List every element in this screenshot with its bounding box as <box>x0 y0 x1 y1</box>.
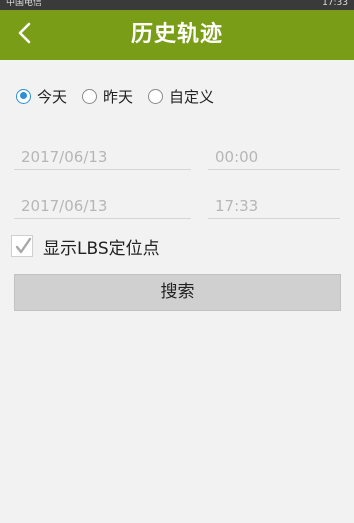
app-header: 历史轨迹 <box>0 10 354 60</box>
chevron-left-icon <box>16 22 34 48</box>
radio-label-today: 今天 <box>37 87 68 106</box>
radio-option-today[interactable]: 今天 <box>16 86 67 107</box>
radio-button-yesterday[interactable] <box>82 88 98 104</box>
date-range-radio-group: 今天 昨天 自定义 <box>16 83 229 109</box>
back-button[interactable] <box>8 16 42 54</box>
end-date-field[interactable]: 2017/06/13 <box>14 193 191 219</box>
start-time-field[interactable]: 00:00 <box>208 144 340 170</box>
lbs-checkbox-label: 显示LBS定位点 <box>43 238 160 259</box>
checkmark-icon <box>15 237 32 254</box>
radio-button-custom[interactable] <box>148 88 164 104</box>
end-time-field[interactable]: 17:33 <box>208 193 340 219</box>
status-time: 17:33 <box>322 0 348 8</box>
radio-option-custom[interactable]: 自定义 <box>148 86 214 107</box>
radio-button-today[interactable] <box>16 88 31 104</box>
page-title: 历史轨迹 <box>130 22 223 47</box>
lbs-option[interactable]: 显示LBS定位点 <box>11 233 160 259</box>
search-button[interactable]: 搜索 <box>14 274 341 311</box>
radio-label-custom: 自定义 <box>169 87 215 106</box>
radio-label-yesterday: 昨天 <box>103 87 134 106</box>
status-bar: 中国电信 17:33 <box>0 0 354 10</box>
carrier-label: 中国电信 <box>6 0 43 8</box>
lbs-checkbox[interactable] <box>11 235 33 257</box>
radio-option-yesterday[interactable]: 昨天 <box>82 86 133 107</box>
start-date-field[interactable]: 2017/06/13 <box>14 144 191 170</box>
